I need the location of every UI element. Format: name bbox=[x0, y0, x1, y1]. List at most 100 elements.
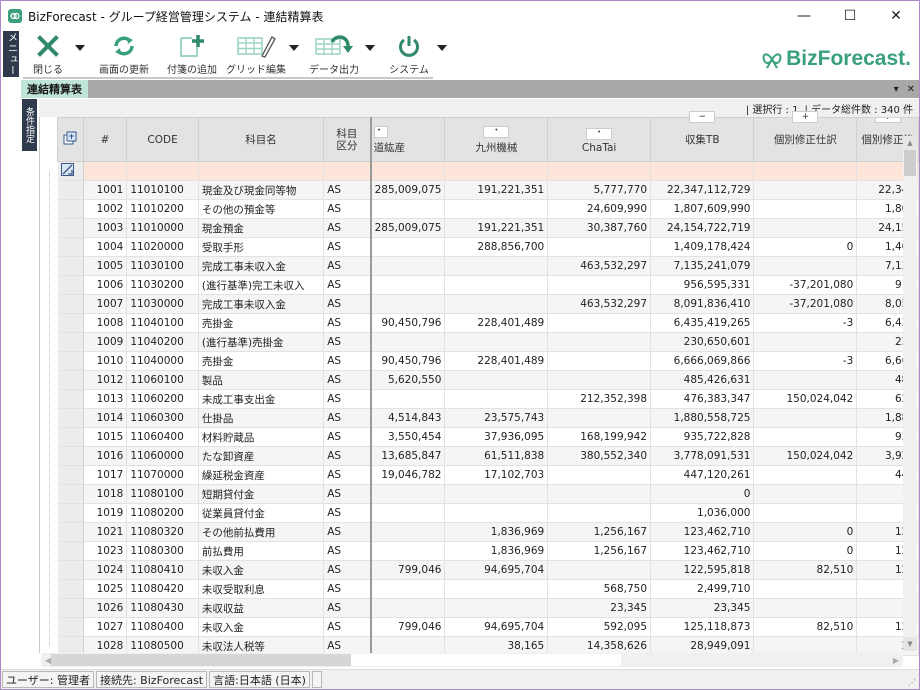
cell-c3[interactable]: 212,352,398 bbox=[547, 389, 652, 409]
cell-no[interactable]: 1008 bbox=[83, 313, 128, 333]
cell-c1[interactable]: 13,685,847 bbox=[369, 446, 446, 466]
cell-c2[interactable]: 191,221,351 bbox=[444, 180, 549, 200]
cell-c2[interactable] bbox=[444, 389, 549, 409]
table-row[interactable]: 1016 11060000 たな卸資産 AS 13,685,847 61,511,838 3… bbox=[57, 446, 919, 466]
row-selector[interactable] bbox=[57, 427, 84, 447]
cell-c1[interactable]: 90,450,796 bbox=[369, 351, 446, 371]
row-selector[interactable] bbox=[57, 522, 84, 542]
cell-c3[interactable] bbox=[547, 313, 652, 333]
row-selector[interactable] bbox=[57, 180, 84, 200]
cell-c4[interactable]: 24,154,722,719 bbox=[650, 218, 755, 238]
table-row[interactable]: 1008 11040100 売掛金 AS 90,450,796 228,401,489 6,… bbox=[57, 313, 919, 333]
table-row[interactable]: 1014 11060300 仕掛品 AS 4,514,843 23,575,743 1,88… bbox=[57, 408, 919, 428]
cell-name[interactable]: 完成工事未収入金 bbox=[198, 256, 325, 276]
filter-toggle[interactable] bbox=[57, 161, 84, 181]
cell-c4[interactable]: 956,595,331 bbox=[650, 275, 755, 295]
cell-c5[interactable]: -3 bbox=[753, 351, 858, 371]
cell-code[interactable]: 11040000 bbox=[126, 351, 199, 371]
filter-cell[interactable] bbox=[83, 161, 128, 181]
cell-c4[interactable]: 485,426,631 bbox=[650, 370, 755, 390]
cell-c2[interactable] bbox=[444, 579, 549, 599]
row-selector[interactable] bbox=[57, 256, 84, 276]
cell-kubun[interactable]: AS bbox=[323, 560, 372, 580]
cell-no[interactable]: 1006 bbox=[83, 275, 128, 295]
cell-code[interactable]: 11060100 bbox=[126, 370, 199, 390]
cell-c2[interactable] bbox=[444, 598, 549, 618]
table-row[interactable]: 1027 11080400 未収入金 AS 799,046 94,695,704 592,0… bbox=[57, 617, 919, 637]
cell-c3[interactable] bbox=[547, 465, 652, 485]
cell-code[interactable]: 11080320 bbox=[126, 522, 199, 542]
cell-c2[interactable]: 94,695,704 bbox=[444, 617, 549, 637]
cell-name[interactable]: 現金及び現金同等物 bbox=[198, 180, 325, 200]
table-row[interactable]: 1019 11080200 従業員貸付金 AS 1,036,000 bbox=[57, 503, 919, 523]
cell-code[interactable]: 11080200 bbox=[126, 503, 199, 523]
cell-kubun[interactable]: AS bbox=[323, 427, 372, 447]
cell-kubun[interactable]: AS bbox=[323, 522, 372, 542]
cell-code[interactable]: 11010100 bbox=[126, 180, 199, 200]
data-export-dropdown[interactable] bbox=[363, 31, 377, 79]
cell-name[interactable]: 未収入金 bbox=[198, 560, 325, 580]
table-row[interactable]: 1005 11030100 完成工事未収入金 AS 463,532,297 7,135,2… bbox=[57, 256, 919, 276]
expand-group-button[interactable]: + bbox=[792, 111, 819, 123]
cell-c1[interactable] bbox=[369, 503, 446, 523]
cell-name[interactable]: 仕掛品 bbox=[198, 408, 325, 428]
cell-code[interactable]: 11080430 bbox=[126, 598, 199, 618]
panel-menu-icon[interactable]: ▾ bbox=[894, 84, 899, 95]
row-selector[interactable] bbox=[57, 389, 84, 409]
close-button[interactable]: 閉じる bbox=[23, 31, 73, 79]
cell-kubun[interactable]: AS bbox=[323, 408, 372, 428]
tab-consolidated-worksheet[interactable]: 連結精算表 bbox=[21, 80, 88, 98]
column-header-company-2[interactable]: ・ 九州機械 bbox=[444, 117, 549, 162]
resize-grip-icon[interactable]: ⋰ bbox=[908, 678, 916, 687]
cell-kubun[interactable]: AS bbox=[323, 313, 372, 333]
cell-c5[interactable]: -37,201,080 bbox=[753, 294, 858, 314]
cell-c2[interactable] bbox=[444, 370, 549, 390]
cell-code[interactable]: 11040100 bbox=[126, 313, 199, 333]
cell-c4[interactable]: 8,091,836,410 bbox=[650, 294, 755, 314]
cell-c1[interactable] bbox=[369, 598, 446, 618]
cell-c4[interactable]: 6,666,069,866 bbox=[650, 351, 755, 371]
cell-c2[interactable] bbox=[444, 332, 549, 352]
cell-c4[interactable]: 230,650,601 bbox=[650, 332, 755, 352]
cell-name[interactable]: たな卸資産 bbox=[198, 446, 325, 466]
filter-cell[interactable] bbox=[753, 161, 858, 181]
cell-kubun[interactable]: AS bbox=[323, 199, 372, 219]
cell-no[interactable]: 1015 bbox=[83, 427, 128, 447]
cell-c2[interactable]: 228,401,489 bbox=[444, 313, 549, 333]
table-row[interactable]: 1010 11040000 売掛金 AS 90,450,796 228,401,489 6,… bbox=[57, 351, 919, 371]
cell-c4[interactable]: 122,595,818 bbox=[650, 560, 755, 580]
close-dropdown[interactable] bbox=[73, 31, 87, 79]
cell-c1[interactable] bbox=[369, 294, 446, 314]
cell-no[interactable]: 1019 bbox=[83, 503, 128, 523]
row-selector[interactable] bbox=[57, 503, 84, 523]
cell-c4[interactable]: 3,778,091,531 bbox=[650, 446, 755, 466]
filter-cell[interactable] bbox=[323, 161, 372, 181]
cell-code[interactable]: 11030000 bbox=[126, 294, 199, 314]
cell-c1[interactable] bbox=[369, 484, 446, 504]
row-selector[interactable] bbox=[57, 598, 84, 618]
cell-code[interactable]: 11080400 bbox=[126, 617, 199, 637]
cell-name[interactable]: 受取手形 bbox=[198, 237, 325, 257]
cell-c4[interactable]: 22,347,112,729 bbox=[650, 180, 755, 200]
cell-c1[interactable]: 4,514,843 bbox=[369, 408, 446, 428]
cell-c1[interactable] bbox=[369, 275, 446, 295]
column-header-no[interactable]: # bbox=[82, 117, 128, 162]
cell-c2[interactable]: 61,511,838 bbox=[444, 446, 549, 466]
table-row[interactable]: 1024 11080410 未収入金 AS 799,046 94,695,704 122,5… bbox=[57, 560, 919, 580]
cell-c5[interactable] bbox=[753, 598, 858, 618]
cell-c5[interactable]: 82,510 bbox=[753, 560, 858, 580]
cell-name[interactable]: 短期貸付金 bbox=[198, 484, 325, 504]
cell-no[interactable]: 1010 bbox=[83, 351, 128, 371]
system-dropdown[interactable] bbox=[435, 31, 449, 79]
close-window-button[interactable]: ✕ bbox=[873, 1, 919, 31]
cell-c1[interactable]: 3,550,454 bbox=[369, 427, 446, 447]
cell-c4[interactable]: 1,807,609,990 bbox=[650, 199, 755, 219]
table-row[interactable]: 1001 11010100 現金及び現金同等物 AS 285,009,075 191,22… bbox=[57, 180, 919, 200]
cell-c2[interactable] bbox=[444, 256, 549, 276]
cell-no[interactable]: 1017 bbox=[83, 465, 128, 485]
cell-c1[interactable]: 285,009,075 bbox=[369, 180, 446, 200]
row-selector[interactable] bbox=[57, 541, 84, 561]
minimize-button[interactable]: — bbox=[781, 1, 827, 31]
cell-c1[interactable]: 285,009,075 bbox=[369, 218, 446, 238]
cell-c3[interactable] bbox=[547, 275, 652, 295]
